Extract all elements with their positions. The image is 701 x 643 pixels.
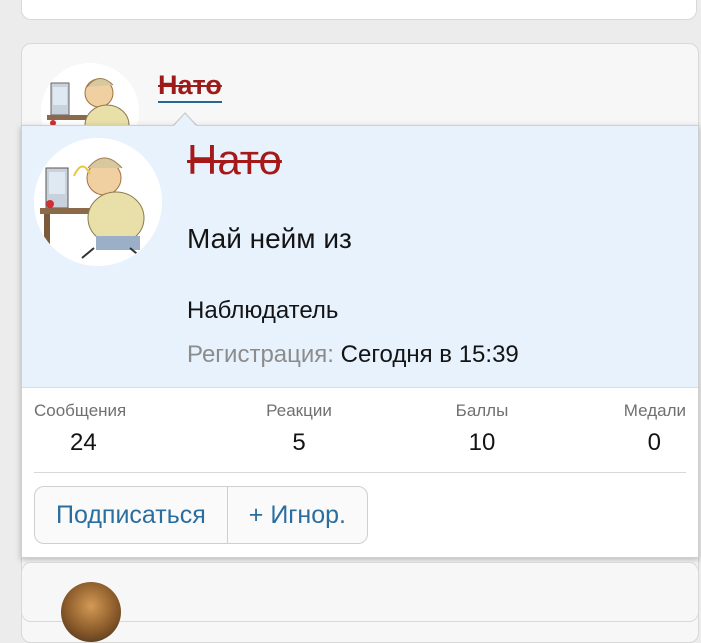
stat-value: 10 [468, 429, 496, 456]
tooltip-arrow-fill [173, 114, 197, 127]
stat-reactions: Реакции 5 [249, 400, 349, 460]
ignore-button[interactable]: + Игнор. [226, 487, 367, 543]
stat-value: 5 [292, 429, 306, 456]
tooltip-avatar[interactable] [34, 138, 162, 266]
tooltip-actions: Подписаться + Игнор. [34, 486, 368, 544]
tooltip-stats: Сообщения 24 Реакции 5 Баллы 10 Медали 0 [34, 400, 686, 473]
next-post-avatar[interactable] [61, 582, 121, 642]
tooltip-header: Нато Май нейм из Наблюдатель Регистрация… [22, 126, 698, 388]
stat-points: Баллы 10 [432, 400, 532, 460]
previous-post-card [21, 0, 697, 20]
follow-button[interactable]: Подписаться [35, 487, 227, 543]
next-post-card [21, 562, 699, 622]
stat-messages: Сообщения 24 [34, 400, 134, 460]
registration-label: Регистрация: [187, 341, 334, 368]
tooltip-custom-title: Май нейм из [187, 223, 352, 254]
tooltip-registration: Регистрация: Сегодня в 15:39 [187, 340, 519, 370]
stat-label: Реакции [266, 401, 332, 420]
avatar-illustration-icon [34, 138, 162, 266]
stat-medals: Медали 0 [606, 400, 686, 460]
stat-value: 0 [647, 429, 661, 456]
stat-label: Медали [623, 401, 686, 420]
stat-value: 24 [70, 429, 97, 456]
tooltip-username[interactable]: Нато [187, 136, 282, 184]
registration-value: Сегодня в 15:39 [340, 341, 519, 368]
member-tooltip: Нато Май нейм из Наблюдатель Регистрация… [21, 125, 699, 558]
stat-label: Сообщения [34, 401, 127, 420]
tooltip-user-role: Наблюдатель [187, 297, 339, 324]
stat-label: Баллы [455, 401, 509, 420]
post-username-link[interactable]: Нато [158, 70, 222, 103]
